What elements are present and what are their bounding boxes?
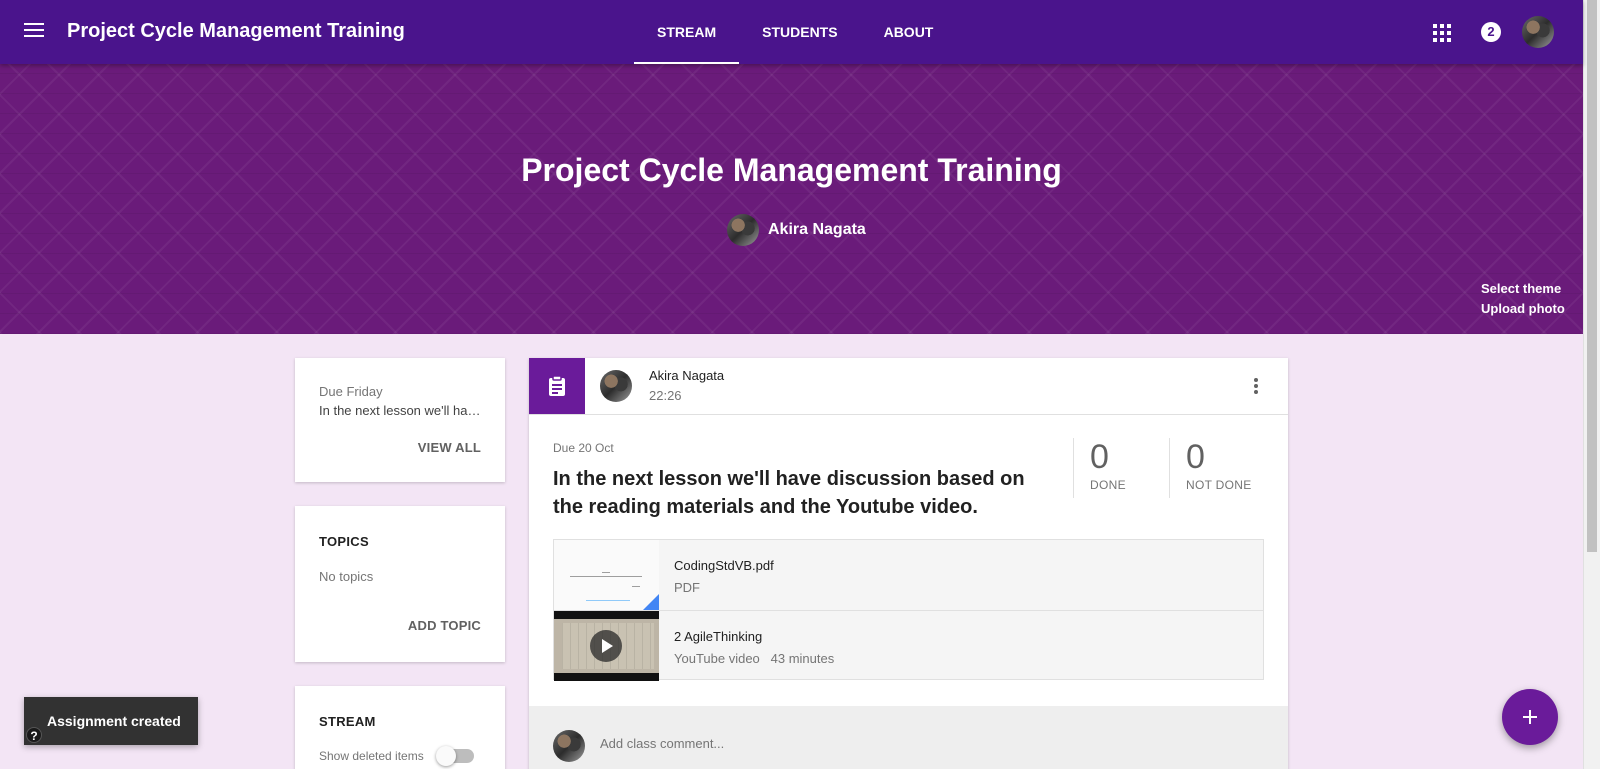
- attachment-name: CodingStdVB.pdf: [674, 558, 774, 573]
- done-stat[interactable]: 0 DONE: [1073, 438, 1169, 498]
- assignment-icon: [529, 358, 585, 414]
- user-avatar[interactable]: [1522, 16, 1554, 48]
- add-topic-button[interactable]: ADD TOPIC: [408, 618, 481, 633]
- play-icon: [590, 630, 622, 662]
- post-author: Akira Nagata: [649, 368, 725, 383]
- stream-heading: STREAM: [319, 714, 376, 729]
- done-count: 0: [1090, 438, 1109, 476]
- show-deleted-row: Show deleted items: [319, 746, 481, 766]
- attachment-youtube[interactable]: 2 AgileThinking YouTube video 43 minutes: [554, 610, 1263, 681]
- post-time: 22:26: [649, 388, 682, 403]
- topics-heading: TOPICS: [319, 534, 369, 549]
- scrollbar-thumb[interactable]: [1587, 0, 1597, 552]
- attachment-pdf[interactable]: CodingStdVB.pdf PDF: [554, 540, 1263, 610]
- topics-card: TOPICS No topics ADD TOPIC: [295, 506, 505, 662]
- view-all-button[interactable]: VIEW ALL: [418, 440, 481, 455]
- attachments-list: CodingStdVB.pdf PDF 2 AgileThinking YouT…: [553, 539, 1264, 681]
- pdf-thumbnail: [554, 540, 659, 610]
- post-header: Akira Nagata 22:26: [529, 358, 1288, 415]
- tab-about[interactable]: ABOUT: [861, 0, 957, 64]
- more-vert-icon[interactable]: [1249, 376, 1263, 396]
- page-scrollbar[interactable]: [1583, 0, 1600, 769]
- top-app-bar: Project Cycle Management Training STREAM…: [0, 0, 1583, 64]
- author-avatar: [600, 370, 632, 402]
- commenter-avatar: [553, 730, 585, 762]
- notification-badge[interactable]: 2: [1481, 22, 1501, 42]
- not-done-count: 0: [1186, 438, 1205, 476]
- upcoming-item[interactable]: In the next lesson we'll have discussion…: [319, 403, 481, 418]
- attachment-name: 2 AgileThinking: [674, 629, 763, 644]
- upcoming-card: Due Friday In the next lesson we'll have…: [295, 358, 505, 482]
- class-title: Project Cycle Management Training: [521, 152, 1062, 188]
- attachment-meta: YouTube video 43 minutes: [674, 651, 834, 666]
- select-theme-link[interactable]: Select theme: [1481, 279, 1565, 299]
- apps-grid-icon[interactable]: [1433, 24, 1451, 42]
- menu-icon[interactable]: [22, 20, 46, 44]
- snackbar: Assignment created: [24, 697, 198, 745]
- post-title[interactable]: In the next lesson we'll have discussion…: [553, 465, 1053, 521]
- class-banner: Project Cycle Management Training Akira …: [0, 64, 1583, 334]
- banner-actions: Select theme Upload photo: [1481, 279, 1565, 319]
- teacher-name: Akira Nagata: [768, 221, 866, 238]
- add-fab-button[interactable]: [1502, 689, 1558, 745]
- attachment-type: PDF: [674, 580, 700, 595]
- show-deleted-toggle[interactable]: [435, 746, 474, 766]
- app-title[interactable]: Project Cycle Management Training: [67, 20, 405, 43]
- upload-photo-link[interactable]: Upload photo: [1481, 299, 1565, 319]
- stream-settings-card: STREAM Show deleted items: [295, 686, 505, 769]
- done-label: DONE: [1090, 478, 1126, 492]
- help-icon[interactable]: ?: [26, 727, 42, 743]
- teacher-info: Akira Nagata: [727, 214, 866, 246]
- teacher-avatar: [727, 214, 759, 246]
- class-comment-input[interactable]: [600, 736, 1200, 751]
- not-done-label: NOT DONE: [1186, 478, 1252, 492]
- upcoming-due: Due Friday: [319, 384, 383, 399]
- post-due: Due 20 Oct: [553, 441, 614, 455]
- comment-bar: [529, 706, 1288, 769]
- show-deleted-label: Show deleted items: [319, 749, 424, 763]
- no-topics-text: No topics: [319, 569, 374, 584]
- tab-bar: STREAM STUDENTS ABOUT: [634, 0, 956, 64]
- video-thumbnail: [554, 611, 659, 681]
- not-done-stat[interactable]: 0 NOT DONE: [1169, 438, 1269, 498]
- tab-stream[interactable]: STREAM: [634, 0, 740, 64]
- attachment-type: YouTube video: [674, 651, 760, 666]
- attachment-duration: 43 minutes: [770, 651, 835, 666]
- assignment-post: Akira Nagata 22:26 Due 20 Oct In the nex…: [529, 358, 1288, 769]
- tab-students[interactable]: STUDENTS: [739, 0, 860, 64]
